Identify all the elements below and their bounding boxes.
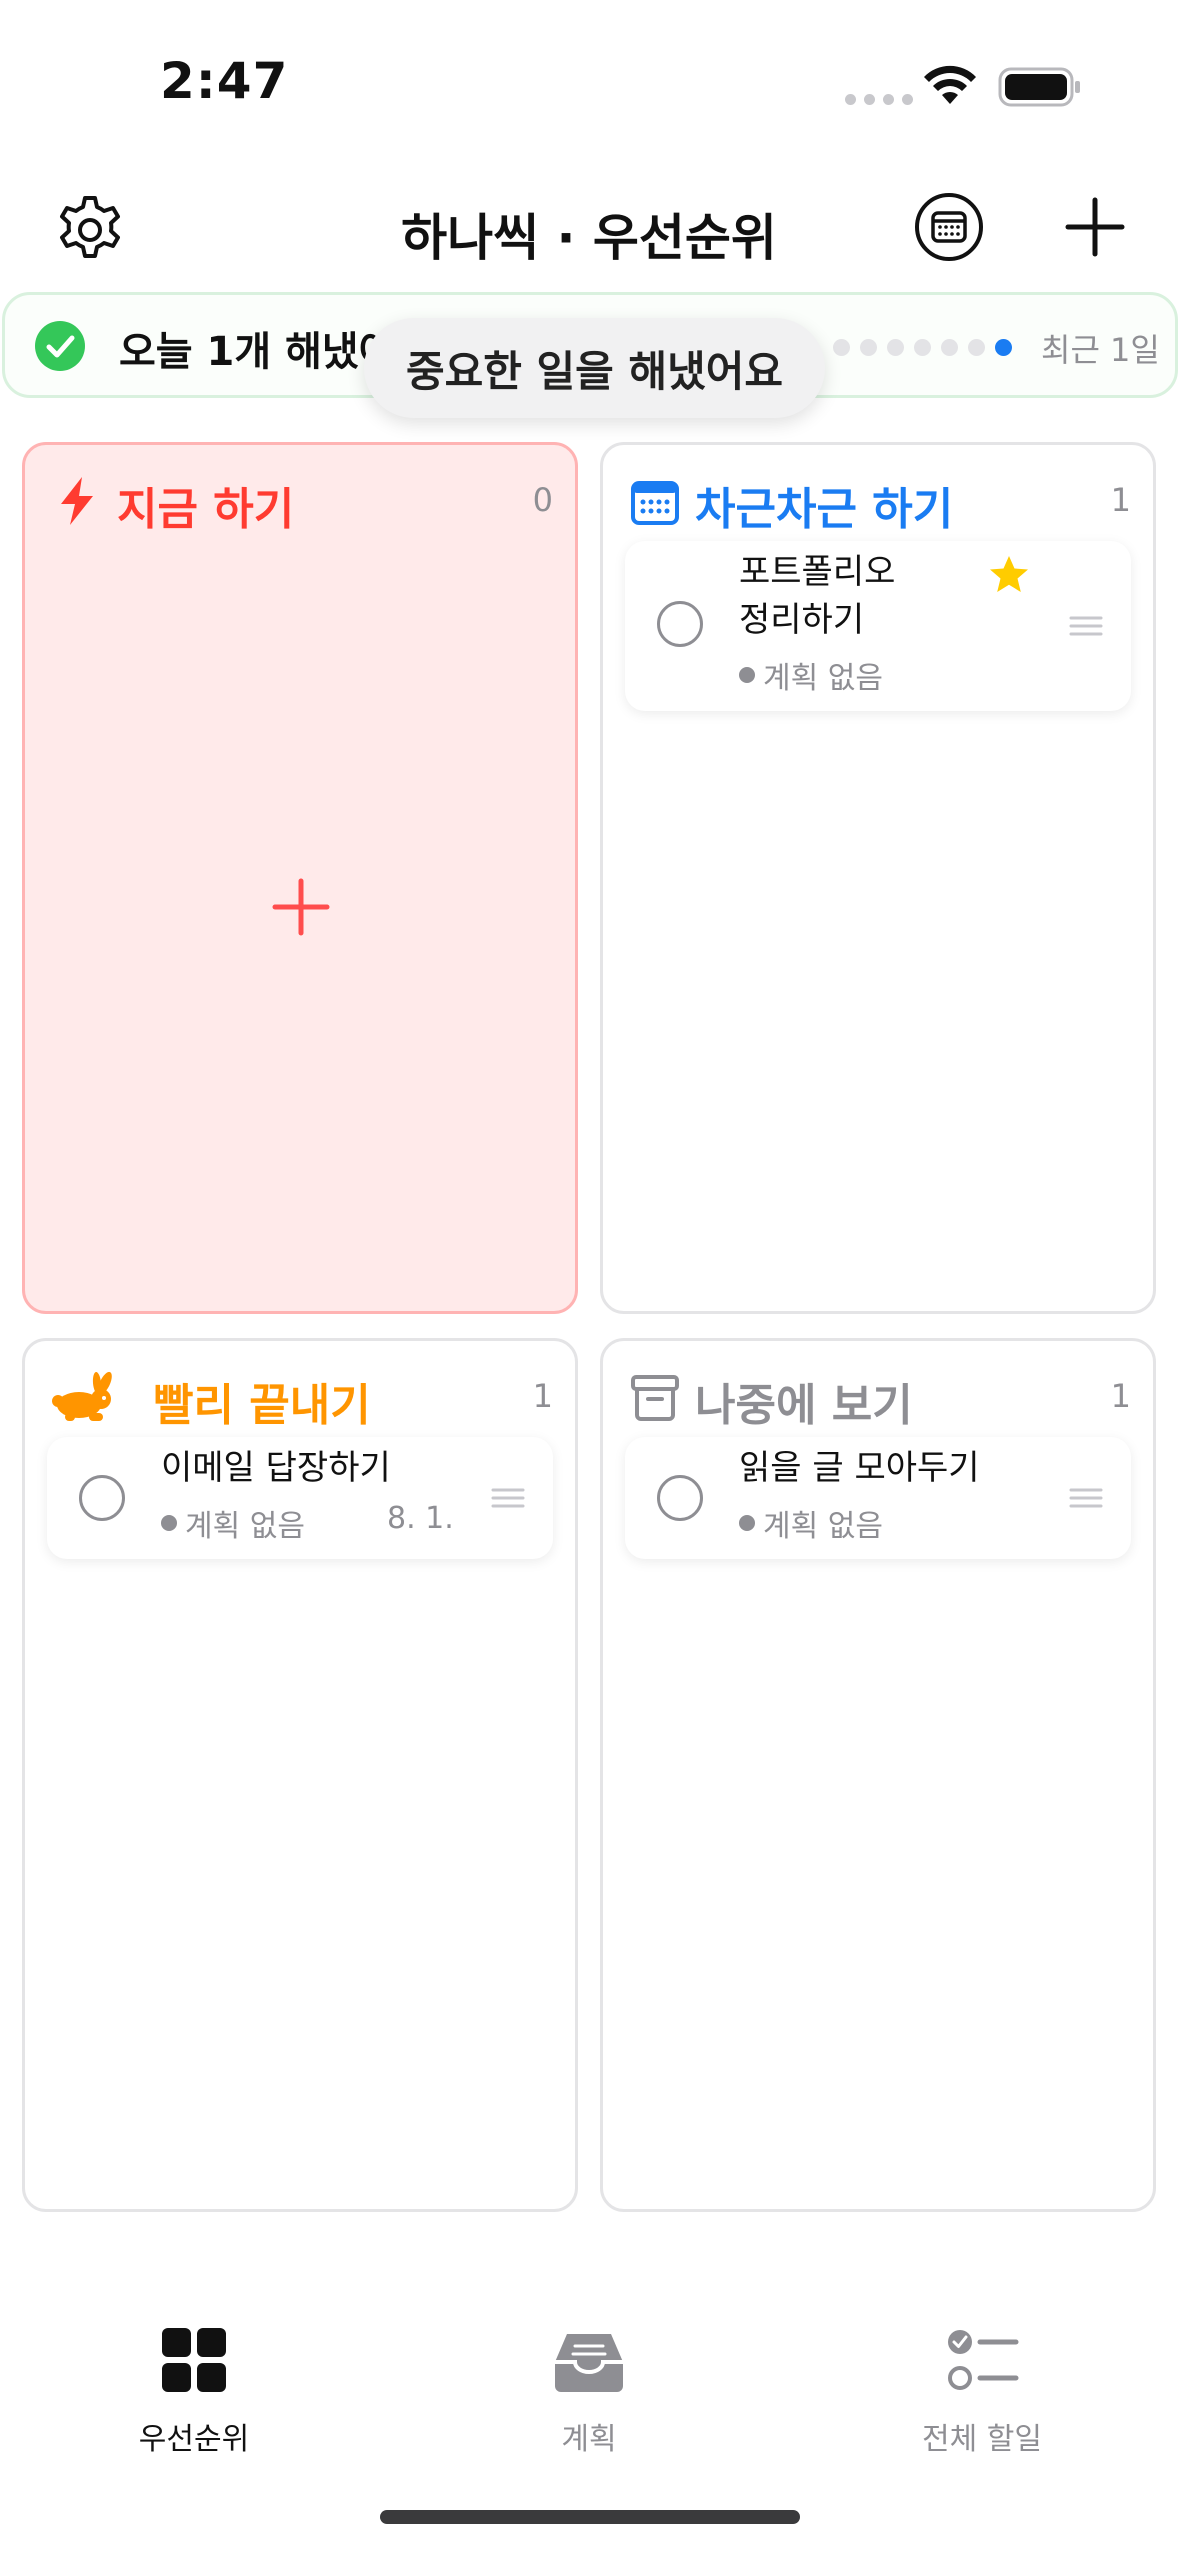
quadrant-count: 0 xyxy=(532,481,553,519)
task-card[interactable]: 이메일 답장하기 계획 없음 8. 1. xyxy=(47,1437,553,1559)
task-plan-status: 계획 없음 xyxy=(763,661,883,696)
quadrant-quick[interactable]: 빨리 끝내기 1 이메일 답장하기 계획 없음 8. 1. xyxy=(22,1338,578,2212)
checklist-icon xyxy=(948,2330,1019,2390)
drag-handle-icon[interactable] xyxy=(1069,615,1103,637)
task-title: 이메일 답장하기 xyxy=(161,1448,391,1488)
task-title: 읽을 글 모아두기 xyxy=(739,1448,980,1488)
tab-label: 전체 할일 xyxy=(922,2422,1042,2457)
quadrant-count: 1 xyxy=(1110,481,1131,519)
task-plan-status: 계획 없음 xyxy=(185,1509,305,1544)
calendar-icon xyxy=(631,481,679,525)
meta-dot-icon xyxy=(161,1515,177,1531)
meta-dot-icon xyxy=(739,667,755,683)
quadrant-steady[interactable]: 차근차근 하기 1 포트폴리오 정리하기 계획 없음 xyxy=(600,442,1156,1314)
wifi-icon xyxy=(924,65,976,104)
quadrant-count: 1 xyxy=(1110,1377,1131,1415)
archive-box-icon xyxy=(631,1375,679,1421)
quadrant-title: 차근차근 하기 xyxy=(695,484,954,535)
status-bar: 2:47 xyxy=(0,0,1178,160)
quadrant-title: 나중에 보기 xyxy=(695,1380,913,1431)
task-title-line1: 포트폴리오 xyxy=(739,552,896,592)
quadrant-header: 빨리 끝내기 1 xyxy=(25,1363,575,1431)
tab-bar: 우선순위 계획 전체 할일 xyxy=(0,2300,1178,2460)
quadrant-header: 나중에 보기 1 xyxy=(603,1363,1153,1431)
quadrant-header: 차근차근 하기 1 xyxy=(603,467,1153,535)
banner-recent-label: 최근 1일 xyxy=(1041,331,1160,369)
add-task-plus-icon[interactable] xyxy=(271,877,331,937)
star-icon[interactable] xyxy=(987,553,1031,597)
task-complete-checkbox[interactable] xyxy=(657,1475,703,1521)
task-complete-checkbox[interactable] xyxy=(79,1475,125,1521)
inbox-tray-icon xyxy=(555,2334,623,2392)
rabbit-icon xyxy=(52,1371,112,1421)
task-meta: 계획 없음 xyxy=(739,653,883,697)
quadrant-header: 지금 하기 0 xyxy=(25,467,575,535)
task-meta: 계획 없음 xyxy=(739,1501,883,1545)
task-card[interactable]: 읽을 글 모아두기 계획 없음 xyxy=(625,1437,1131,1559)
task-due-date: 8. 1. xyxy=(387,1501,454,1536)
status-time: 2:47 xyxy=(160,52,289,110)
task-card[interactable]: 포트폴리오 정리하기 계획 없음 xyxy=(625,541,1131,711)
drag-handle-icon[interactable] xyxy=(491,1487,525,1509)
progress-dots xyxy=(833,339,1012,356)
meta-dot-icon xyxy=(739,1515,755,1531)
quadrant-now[interactable]: 지금 하기 0 xyxy=(22,442,578,1314)
calendar-icon[interactable] xyxy=(914,192,984,262)
bolt-icon xyxy=(61,477,93,525)
tab-priority[interactable]: 우선순위 xyxy=(74,2300,314,2457)
page-title: 하나씩 · 우선순위 xyxy=(401,209,777,267)
tab-all-tasks[interactable]: 전체 할일 xyxy=(862,2300,1102,2457)
checkmark-circle-icon xyxy=(35,321,85,371)
tab-label: 우선순위 xyxy=(138,2422,250,2457)
quadrant-later[interactable]: 나중에 보기 1 읽을 글 모아두기 계획 없음 xyxy=(600,1338,1156,2212)
plus-icon[interactable] xyxy=(1064,192,1126,262)
grid-icon xyxy=(162,2328,226,2392)
drag-handle-icon[interactable] xyxy=(1069,1487,1103,1509)
toast-message: 중요한 일을 해냈어요 xyxy=(364,318,826,418)
home-indicator[interactable] xyxy=(380,2510,800,2524)
quadrant-title: 빨리 끝내기 xyxy=(153,1380,371,1431)
cellular-signal-icon xyxy=(845,94,913,105)
tab-label: 계획 xyxy=(561,2422,617,2457)
task-meta: 계획 없음 xyxy=(161,1501,305,1545)
tab-plan[interactable]: 계획 xyxy=(469,2300,709,2457)
quadrant-title: 지금 하기 xyxy=(117,484,295,535)
header: 하나씩 · 우선순위 xyxy=(0,180,1178,280)
task-plan-status: 계획 없음 xyxy=(763,1509,883,1544)
quadrant-count: 1 xyxy=(532,1377,553,1415)
task-complete-checkbox[interactable] xyxy=(657,601,703,647)
task-title-line2: 정리하기 xyxy=(739,600,865,640)
battery-icon xyxy=(998,67,1080,107)
